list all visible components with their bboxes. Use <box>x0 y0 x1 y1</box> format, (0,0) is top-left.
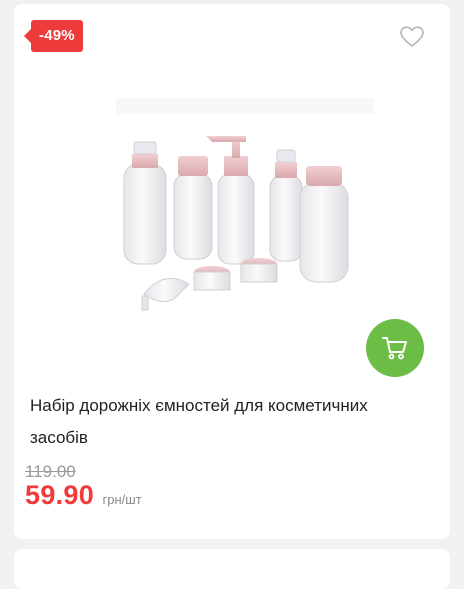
add-to-cart-button[interactable] <box>366 319 424 377</box>
product-card[interactable]: -49% Набір дорожніх ємностей для космети… <box>14 4 450 539</box>
next-product-card[interactable] <box>14 549 450 589</box>
price-row: 59.90 грн/шт <box>25 480 142 511</box>
price-unit: грн/шт <box>102 492 142 507</box>
favorite-button[interactable] <box>400 26 424 48</box>
discount-badge-label: -49% <box>39 27 75 44</box>
product-image[interactable] <box>94 94 376 334</box>
product-title[interactable]: Набір дорожніх ємностей для косметичних … <box>30 390 430 454</box>
product-photo <box>116 98 376 311</box>
old-price: 119.00 <box>25 462 76 481</box>
current-price: 59.90 <box>25 480 95 510</box>
heart-outline-icon <box>400 26 424 47</box>
cart-icon <box>382 337 407 360</box>
discount-badge: -49% <box>24 20 83 52</box>
badge-notch <box>24 29 31 43</box>
